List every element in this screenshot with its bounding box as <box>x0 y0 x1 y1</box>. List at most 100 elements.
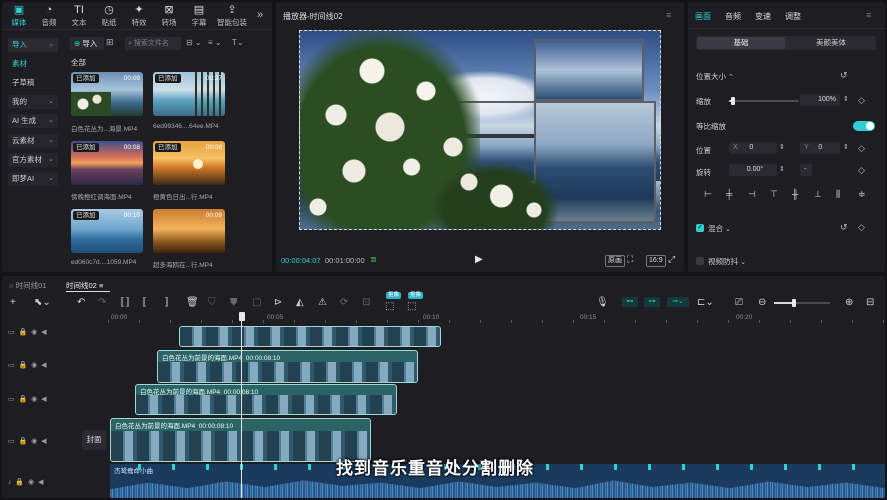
keyframe-icon[interactable]: ◇ <box>858 164 865 176</box>
scale-value-field[interactable]: 100% <box>800 94 840 106</box>
original-quality-button[interactable]: 原画 <box>605 255 625 267</box>
sidebar-item-jimeng[interactable]: 即梦AI ⌄ <box>8 172 58 186</box>
rotate-stepper-icon[interactable]: ⇕ <box>779 164 785 176</box>
video-clip-track-2[interactable]: 白色花丛为前景的海面.MP4 00:00:08:10 <box>157 350 418 383</box>
position-y-field[interactable]: Y 0 <box>800 142 840 154</box>
align-left-icon[interactable]: ⊢ <box>704 189 712 200</box>
text-filter-icon[interactable]: T⌄ <box>232 38 244 47</box>
blend-label[interactable]: 混合 ⌄ <box>708 223 731 234</box>
video-canvas[interactable] <box>299 30 661 230</box>
media-thumb-6[interactable]: 00:09 <box>153 209 225 253</box>
align-bottom-icon[interactable]: ⊥ <box>814 189 822 200</box>
lock-icon[interactable]: 🔒 <box>19 438 28 445</box>
keyframe-icon[interactable]: ◇ <box>858 221 865 233</box>
ratio-button[interactable]: 16:9 <box>646 255 666 267</box>
select-tool-icon[interactable]: ⬉⌄ <box>34 297 51 309</box>
lock-icon[interactable]: 🔒 <box>19 362 28 369</box>
sidebar-item-import[interactable]: 导入 ⌄ <box>8 38 58 52</box>
uniform-scale-toggle[interactable] <box>853 121 875 131</box>
link-main-track-button[interactable]: ⊷ <box>622 297 638 307</box>
scale-slider-track[interactable] <box>729 100 799 102</box>
audio-track-icon[interactable]: ♪ <box>8 479 12 486</box>
lock-icon[interactable]: 🔒 <box>15 479 24 486</box>
align-right-icon[interactable]: ⊣ <box>748 189 756 200</box>
stabilize-checkbox[interactable] <box>696 257 704 265</box>
split-left-icon[interactable]: ⟦ <box>142 297 147 309</box>
sidebar-item-material[interactable]: 素材 <box>8 57 58 71</box>
tab-adjust[interactable]: 调整 <box>785 11 801 22</box>
speaker-icon[interactable]: ◀ <box>41 396 46 403</box>
sidebar-item-mine[interactable]: 我的 ⌄ <box>8 95 58 109</box>
stabilize-label[interactable]: 视频防抖 ⌄ <box>708 256 746 267</box>
tab-speed[interactable]: 变速 <box>755 11 771 22</box>
align-top-icon[interactable]: ⊤ <box>770 189 778 200</box>
toolbar-text[interactable]: TI 文本 <box>64 4 94 28</box>
toolbar-transition[interactable]: ⊠ 转场 <box>154 4 184 28</box>
tab-picture[interactable]: 画面 <box>695 11 711 22</box>
eye-icon[interactable]: ◉ <box>31 362 37 369</box>
mark-icon[interactable]: ⛉ <box>208 297 216 309</box>
zoom-slider-knob[interactable] <box>792 299 796 307</box>
toolbar-audio[interactable]: ◔ 音频 <box>34 4 64 28</box>
track-thumb-icon[interactable]: ▭ <box>8 396 15 403</box>
section-position-size[interactable]: 位置大小 ⌃ <box>696 71 734 82</box>
toolbar-more-button[interactable]: » <box>257 9 263 21</box>
magnet-button[interactable]: ⊶ <box>644 297 660 307</box>
filter-icon[interactable]: ⊟ ⌄ <box>186 38 202 47</box>
tab-audio[interactable]: 音频 <box>725 11 741 22</box>
position-x-field[interactable]: X 0 <box>729 142 777 154</box>
reset-icon[interactable]: ↺ <box>840 221 848 233</box>
scale-slider-knob[interactable] <box>731 97 736 105</box>
track-thumb-icon[interactable]: ▭ <box>8 329 15 336</box>
microphone-icon[interactable]: 🎙 <box>596 297 609 309</box>
add-track-icon[interactable]: + <box>10 297 16 309</box>
tab-timeline-01[interactable]: ○ 时间线01 <box>9 280 46 291</box>
video-clip-track-3[interactable]: 白色花丛为前景的海面.MP4 00:00:08:10 <box>135 384 397 415</box>
distribute-v-icon[interactable]: ≑ <box>858 189 866 200</box>
eye-icon[interactable]: ◉ <box>31 438 37 445</box>
blend-checkbox[interactable]: ✓ <box>696 224 704 232</box>
caption-toggle-icon[interactable]: ⎚ <box>735 297 743 309</box>
delete-icon[interactable]: 🗑 <box>186 297 199 309</box>
subtab-basic[interactable]: 基础 <box>697 37 785 49</box>
toolbar-effects[interactable]: ✦ 特效 <box>124 4 154 28</box>
align-center-h-icon[interactable]: ╪ <box>726 189 732 199</box>
subtab-beauty[interactable]: 美颜美体 <box>787 37 875 49</box>
play-segment-icon[interactable]: ⊳ <box>274 297 282 309</box>
crop-icon[interactable]: ⊡ <box>362 297 370 309</box>
speaker-icon[interactable]: ◀ <box>41 362 46 369</box>
media-thumb-1[interactable]: 已添加 00:09 <box>71 72 143 116</box>
right-panel-menu-icon[interactable]: ≡ <box>866 10 871 20</box>
media-thumb-2[interactable]: 已添加 00:27 <box>153 72 225 116</box>
keyframe-icon[interactable]: ◇ <box>858 142 865 154</box>
fit-timeline-icon[interactable]: ⊟ <box>866 297 874 309</box>
eye-icon[interactable]: ◉ <box>31 329 37 336</box>
media-thumb-4[interactable]: 已添加 00:08 <box>153 141 225 185</box>
scale-stepper-icon[interactable]: ⇕ <box>843 94 849 106</box>
sidebar-item-cloud[interactable]: 云素材 ⌄ <box>8 134 58 148</box>
preview-axis-icon[interactable]: ⊏⌄ <box>697 297 714 309</box>
sidebar-item-sub-draft[interactable]: 子草稿 <box>8 76 58 90</box>
import-button[interactable]: ⊕ 导入 <box>70 37 104 50</box>
pos-y-stepper-icon[interactable]: ⇕ <box>843 142 849 154</box>
reverse-icon[interactable]: ◭ <box>296 297 304 309</box>
undo-icon[interactable]: ↶ <box>77 297 85 309</box>
distribute-h-icon[interactable]: ⫼ <box>836 189 840 200</box>
track-thumb-icon[interactable]: ▭ <box>8 438 15 445</box>
freeze-icon[interactable]: ▢ <box>252 297 261 309</box>
fit-screen-icon[interactable]: ⛶ <box>627 254 633 265</box>
fullscreen-icon[interactable]: ⤢ <box>668 254 675 265</box>
speaker-icon[interactable]: ◀ <box>38 479 43 486</box>
toolbar-smart-package[interactable]: ⇪ 智能包装 <box>214 4 250 28</box>
player-menu-icon[interactable]: ≡ <box>666 10 671 20</box>
zoom-out-icon[interactable]: ⊖ <box>758 297 766 309</box>
toolbar-caption[interactable]: ▤ 字幕 <box>184 4 214 28</box>
eye-icon[interactable]: ◉ <box>28 479 34 486</box>
redo-icon[interactable]: ↷ <box>98 297 106 309</box>
split-right-icon[interactable]: ⟧ <box>164 297 169 309</box>
play-button[interactable]: ▶ <box>475 254 483 265</box>
video-clip-track-1[interactable] <box>179 326 441 347</box>
matting-badge-b[interactable]: 抠像 <box>408 292 424 299</box>
sort-icon[interactable]: ≡ ⌄ <box>208 38 222 47</box>
rotate-field[interactable]: 0.00° <box>729 164 777 176</box>
